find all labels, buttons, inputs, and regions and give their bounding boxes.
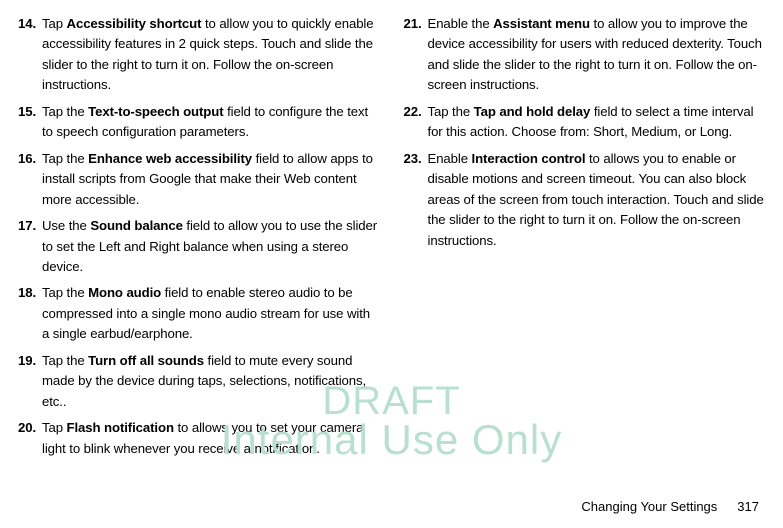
step-text-pre: Enable the [428,16,494,31]
step-21: 21. Enable the Assistant menu to allow y… [404,14,766,96]
step-number: 14. [18,14,36,34]
step-text-pre: Enable [428,151,472,166]
step-text-pre: Use the [42,218,90,233]
two-column-layout: 14. Tap Accessibility shortcut to allow … [18,14,765,465]
step-20: 20. Tap Flash notification to allows you… [18,418,380,459]
step-number: 23. [404,149,422,169]
step-number: 21. [404,14,422,34]
step-bold-term: Interaction control [472,151,586,166]
step-text-pre: Tap the [42,151,88,166]
steps-list-right: 21. Enable the Assistant menu to allow y… [404,14,766,251]
step-bold-term: Flash notification [67,420,174,435]
step-text-pre: Tap the [42,285,88,300]
step-16: 16. Tap the Enhance web accessibility fi… [18,149,380,210]
step-bold-term: Sound balance [90,218,183,233]
step-bold-term: Assistant menu [493,16,590,31]
step-text-pre: Tap the [428,104,474,119]
step-bold-term: Mono audio [88,285,161,300]
manual-page: 14. Tap Accessibility shortcut to allow … [0,0,783,528]
steps-list-left: 14. Tap Accessibility shortcut to allow … [18,14,380,459]
footer-section-title: Changing Your Settings [581,499,717,514]
step-number: 19. [18,351,36,371]
step-18: 18. Tap the Mono audio field to enable s… [18,283,380,344]
step-14: 14. Tap Accessibility shortcut to allow … [18,14,380,96]
step-number: 20. [18,418,36,438]
page-footer: Changing Your Settings 317 [581,499,759,514]
step-number: 16. [18,149,36,169]
step-bold-term: Tap and hold delay [474,104,591,119]
step-bold-term: Turn off all sounds [88,353,204,368]
step-19: 19. Tap the Turn off all sounds field to… [18,351,380,412]
step-23: 23. Enable Interaction control to allows… [404,149,766,251]
right-column: 21. Enable the Assistant menu to allow y… [404,14,766,465]
step-17: 17. Use the Sound balance field to allow… [18,216,380,277]
step-text-pre: Tap [42,16,67,31]
step-bold-term: Text-to-speech output [88,104,223,119]
step-number: 15. [18,102,36,122]
step-number: 17. [18,216,36,236]
step-22: 22. Tap the Tap and hold delay field to … [404,102,766,143]
footer-page-number: 317 [737,499,759,514]
step-15: 15. Tap the Text-to-speech output field … [18,102,380,143]
step-text-pre: Tap the [42,104,88,119]
step-bold-term: Enhance web accessibility [88,151,252,166]
step-number: 18. [18,283,36,303]
step-bold-term: Accessibility shortcut [67,16,202,31]
step-number: 22. [404,102,422,122]
left-column: 14. Tap Accessibility shortcut to allow … [18,14,380,465]
step-text-pre: Tap [42,420,67,435]
step-text-pre: Tap the [42,353,88,368]
